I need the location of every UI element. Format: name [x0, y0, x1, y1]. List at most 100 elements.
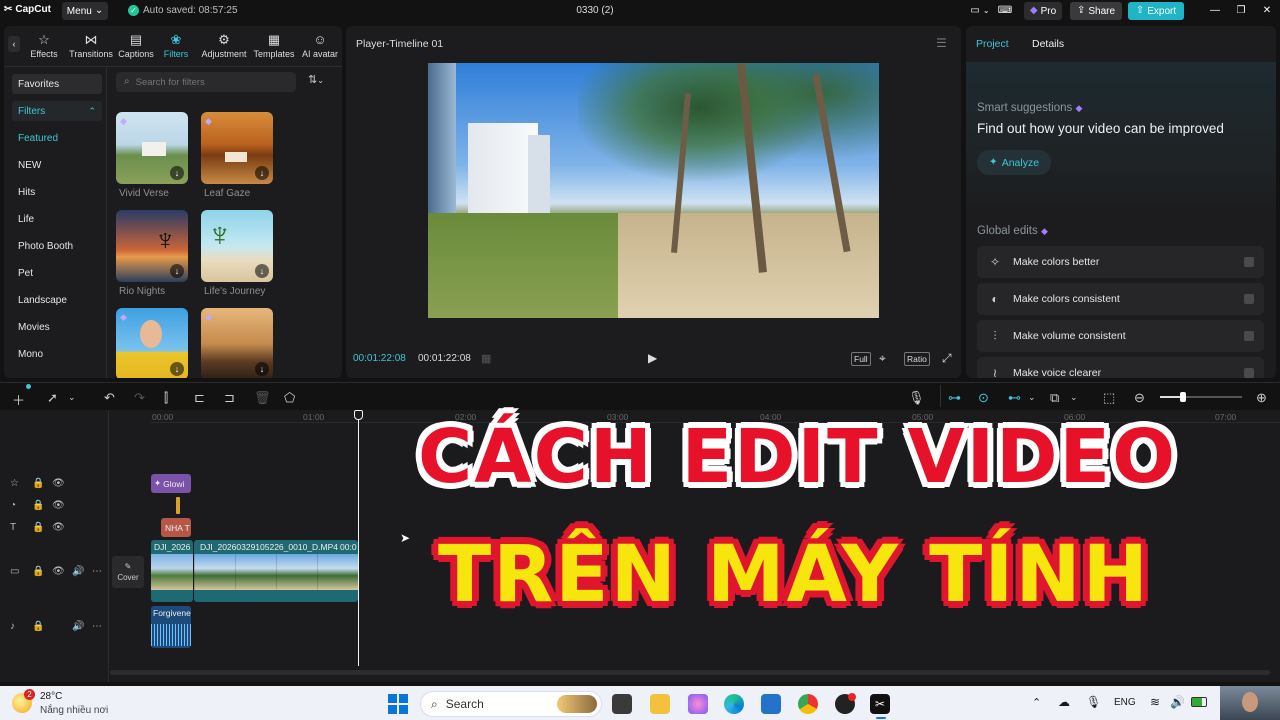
eye-icon[interactable]: 👁 [52, 500, 65, 511]
chevron-up-icon[interactable]: ⌃ [1032, 696, 1041, 709]
speaker-icon[interactable]: 🔊 [1170, 695, 1185, 709]
tab-filters[interactable]: ❀ Filters [158, 28, 194, 64]
filter-thumb-leaf-gaze[interactable]: ◆ ↓ [201, 112, 273, 184]
snapshot-button[interactable]: ⌖ [879, 351, 886, 365]
layout-button[interactable]: ▭ ⌄ [965, 2, 995, 20]
horizontal-scrollbar[interactable] [110, 670, 1270, 675]
tab-templates[interactable]: ▦ Templates [252, 28, 296, 64]
menu-button[interactable]: Menu ⌄ [62, 2, 108, 20]
restore-button[interactable]: ❐ [1232, 2, 1250, 20]
filter-clip[interactable] [176, 497, 180, 514]
timecode-grid-icon[interactable]: ▦ [481, 352, 491, 365]
video-preview[interactable] [428, 63, 879, 318]
tab-effects[interactable]: ☆ Effects [26, 28, 62, 64]
pro-button[interactable]: ◆ Pro [1024, 2, 1062, 20]
filter-search[interactable]: ⌕ [116, 72, 296, 92]
tab-project[interactable]: Project [976, 38, 1009, 50]
chrome-icon[interactable] [798, 694, 818, 714]
microphone-icon[interactable]: 🎙 [908, 390, 925, 406]
select-tool-icon[interactable]: ➚ [47, 390, 58, 406]
tab-details[interactable]: Details [1032, 38, 1064, 50]
redo-icon[interactable]: ↷ [134, 390, 145, 406]
search-input[interactable] [135, 76, 286, 88]
analyze-button[interactable]: ✦ Analyze [977, 150, 1051, 175]
toggle[interactable] [1244, 368, 1254, 378]
playhead-handle[interactable] [354, 410, 363, 420]
chevron-down-icon[interactable]: ⌄ [1070, 392, 1078, 403]
marker-icon[interactable]: ⬠ [284, 390, 295, 406]
cover-button[interactable]: ✎ Cover [112, 556, 144, 588]
toggle[interactable] [1244, 331, 1254, 341]
filter-thumb-portrait[interactable]: ◆ ↓ [116, 308, 188, 378]
toggle[interactable] [1244, 257, 1254, 267]
category-mono[interactable]: Mono [12, 344, 102, 364]
player-menu-button[interactable]: ☰ [936, 36, 947, 50]
full-button[interactable]: Full [851, 352, 871, 366]
download-icon[interactable]: ↓ [255, 362, 269, 376]
category-landscape[interactable]: Landscape [12, 290, 102, 310]
file-explorer-icon[interactable] [650, 694, 670, 714]
category-featured[interactable]: Featured [12, 128, 102, 148]
download-icon[interactable]: ↓ [170, 264, 184, 278]
category-new[interactable]: NEW [12, 155, 102, 175]
toggle[interactable] [1244, 294, 1254, 304]
download-icon[interactable]: ↓ [170, 166, 184, 180]
category-favorites[interactable]: Favorites [12, 74, 102, 94]
language-indicator[interactable]: ENG [1114, 697, 1136, 708]
wifi-icon[interactable]: ≋ [1150, 695, 1160, 709]
task-view-icon[interactable] [612, 694, 632, 714]
tab-captions[interactable]: ▤ Captions [116, 28, 156, 64]
fullscreen-button[interactable]: ⤢ [942, 351, 952, 365]
effect-clip[interactable]: ✦ Glowi [151, 474, 191, 493]
delete-icon[interactable]: 🗑 [254, 390, 271, 406]
global-edit-item[interactable]: ⫶ Make volume consistent [977, 320, 1264, 352]
lock-icon[interactable]: 🔒 [32, 522, 44, 533]
global-edit-item[interactable]: ≀ Make voice clearer [977, 357, 1264, 378]
magnet-icon[interactable]: ⊙ [978, 390, 989, 406]
copilot-icon[interactable] [688, 694, 708, 714]
close-button[interactable]: ✕ [1258, 2, 1276, 20]
download-icon[interactable]: ↓ [255, 166, 269, 180]
more-icon[interactable]: ⋯ [92, 621, 102, 632]
collapse-left-button[interactable]: ‹ [8, 36, 20, 52]
category-pet[interactable]: Pet [12, 263, 102, 283]
chevron-down-icon[interactable]: ⌄ [1028, 392, 1036, 403]
preview-axis-icon[interactable]: ⧉ [1050, 390, 1059, 406]
download-icon[interactable]: ↓ [255, 264, 269, 278]
zoom-slider[interactable] [1160, 392, 1242, 402]
eye-icon[interactable]: 👁 [52, 478, 65, 489]
eye-icon[interactable]: 👁 [52, 522, 65, 533]
ratio-button[interactable]: Ratio [904, 352, 930, 366]
fit-icon[interactable]: ⬚ [1103, 390, 1115, 406]
battery-icon[interactable] [1191, 697, 1207, 707]
tab-ai-avatar[interactable]: ☺ AI avatar [300, 28, 340, 64]
export-button[interactable]: ⇧ Export [1128, 2, 1184, 20]
filter-thumb-lifes-journey[interactable]: ♆ ↓ [201, 210, 273, 282]
global-edit-item[interactable]: ◐ Make colors consistent [977, 283, 1264, 315]
snap-icon[interactable]: ⊷ [1008, 390, 1021, 406]
category-filters[interactable]: Filters ⌃ [12, 101, 102, 121]
playhead[interactable] [358, 410, 359, 666]
sort-button[interactable]: ⇅⌄ [308, 74, 332, 90]
link-icon[interactable]: ⊶ [948, 390, 961, 406]
category-hits[interactable]: Hits [12, 182, 102, 202]
edge-icon[interactable] [724, 694, 744, 714]
cloud-off-icon[interactable]: ☁ [1058, 695, 1070, 709]
taskbar-search[interactable]: ⌕ Search [420, 691, 602, 717]
filter-thumb-vivid-verse[interactable]: ◆ ↓ [116, 112, 188, 184]
play-button[interactable]: ▶ [648, 351, 657, 365]
store-icon[interactable] [761, 694, 781, 714]
video-clip-b[interactable]: DJI_20260329105226_0010_D.MP4 00:0 [194, 540, 358, 602]
zoom-in-icon[interactable]: ⊕ [1256, 390, 1267, 406]
undo-icon[interactable]: ↶ [104, 390, 115, 406]
shortcuts-button[interactable]: ⌨ [996, 2, 1014, 20]
volume-icon[interactable]: 🔊 [72, 621, 84, 632]
minimize-button[interactable]: — [1206, 2, 1224, 20]
zoom-out-icon[interactable]: ⊖ [1134, 390, 1145, 406]
zoom-slider-handle[interactable] [1180, 392, 1186, 402]
capcut-taskbar-icon[interactable]: ✂ [870, 694, 890, 714]
category-life[interactable]: Life [12, 209, 102, 229]
lock-icon[interactable]: 🔒 [32, 478, 44, 489]
share-button[interactable]: ⇪ Share [1070, 2, 1122, 20]
split-icon[interactable]: ⫿ [164, 390, 168, 406]
